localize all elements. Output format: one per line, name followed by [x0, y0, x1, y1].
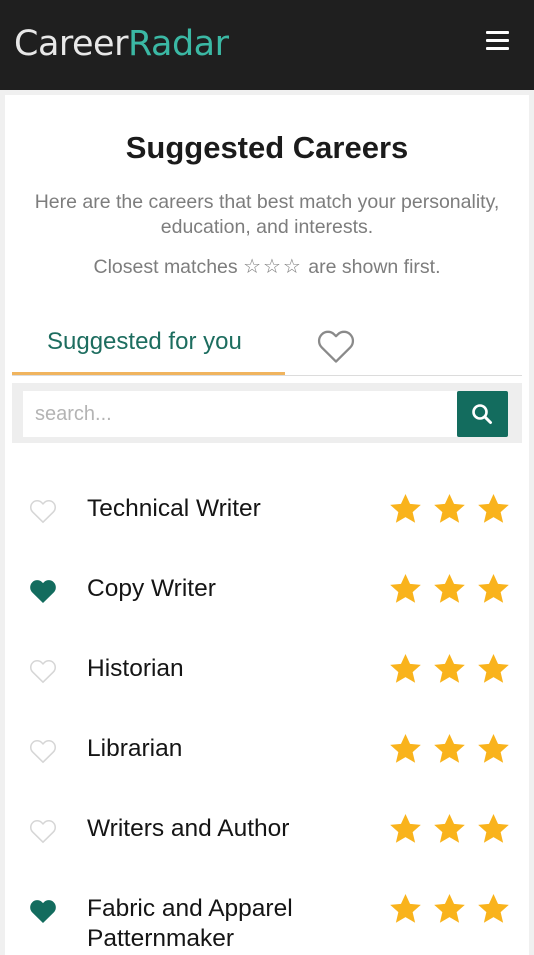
match-rating [388, 812, 512, 846]
match-rating [388, 732, 512, 766]
note-prefix: Closest matches [93, 256, 238, 278]
tab-bar: Suggested for you [12, 318, 522, 376]
heart-filled-icon [30, 580, 56, 604]
hamburger-line [486, 39, 509, 42]
career-list-item[interactable]: Librarian [0, 710, 534, 790]
star-filled-icon [478, 813, 509, 843]
star-filled-icon [390, 493, 421, 523]
hamburger-line [486, 31, 509, 34]
career-list-item[interactable]: Copy Writer [0, 550, 534, 630]
logo-text-career: Career [14, 24, 128, 64]
career-name: Technical Writer [87, 495, 261, 522]
career-name: Librarian [87, 735, 183, 762]
search-bar [12, 383, 522, 443]
heart-filled-icon [30, 900, 56, 924]
note-suffix: are shown first. [308, 256, 441, 278]
star-filled-icon [390, 893, 421, 923]
page-subtitle: Here are the careers that best match you… [34, 191, 500, 238]
favorite-toggle-button[interactable] [28, 898, 58, 924]
logo-text-radar: Radar [127, 24, 229, 64]
star-filled-icon [390, 813, 421, 843]
heart-outline-icon [317, 330, 355, 363]
career-list-item[interactable]: Historian [0, 630, 534, 710]
heart-outline-icon [30, 739, 56, 764]
tab-favorites[interactable] [312, 324, 360, 364]
favorite-toggle-button[interactable] [28, 578, 58, 604]
star-filled-icon [434, 493, 465, 523]
star-filled-icon [478, 653, 509, 683]
star-filled-icon [434, 653, 465, 683]
page-title: Suggested Careers [125, 130, 409, 165]
career-radar-logo[interactable]: CareerRadar [14, 22, 229, 66]
star-filled-icon [478, 493, 509, 523]
sorting-note: Closest matches ☆☆☆ are shown first. [0, 253, 534, 280]
top-navbar: CareerRadar [0, 0, 534, 90]
tab-suggested-for-you[interactable]: Suggested for you [12, 318, 285, 375]
career-name: Fabric and Apparel Patternmaker [87, 895, 293, 952]
star-outline-icons: ☆☆☆ [243, 254, 303, 278]
match-rating [388, 652, 512, 686]
heart-outline-icon [30, 819, 56, 844]
career-list-item[interactable]: Writers and Author [0, 790, 534, 870]
favorite-toggle-button[interactable] [28, 738, 58, 764]
search-input[interactable] [23, 391, 457, 437]
hamburger-menu-button[interactable] [483, 28, 513, 54]
hamburger-line [486, 47, 509, 50]
match-rating [388, 572, 512, 606]
tab-suggested-label: Suggested for you [47, 328, 242, 355]
career-list-item[interactable]: Fabric and Apparel Patternmaker [0, 870, 534, 952]
star-filled-icon [434, 893, 465, 923]
match-rating [388, 492, 512, 526]
star-filled-icon [434, 733, 465, 763]
career-name: Writers and Author [87, 815, 290, 842]
star-filled-icon [434, 573, 465, 603]
favorite-toggle-button[interactable] [28, 818, 58, 844]
search-button[interactable] [457, 391, 508, 437]
favorite-toggle-button[interactable] [28, 658, 58, 684]
star-filled-icon [390, 573, 421, 603]
star-filled-icon [434, 813, 465, 843]
star-filled-icon [478, 573, 509, 603]
star-filled-icon [390, 733, 421, 763]
career-name: Historian [87, 655, 184, 682]
star-filled-icon [478, 733, 509, 763]
search-icon [472, 404, 492, 424]
heart-outline-icon [30, 659, 56, 684]
career-list-item[interactable]: Technical Writer [0, 470, 534, 550]
heart-outline-icon [30, 499, 56, 524]
star-filled-icon [478, 893, 509, 923]
star-filled-icon [390, 653, 421, 683]
match-rating [388, 892, 512, 926]
career-name: Copy Writer [87, 575, 216, 602]
favorite-toggle-button[interactable] [28, 498, 58, 524]
